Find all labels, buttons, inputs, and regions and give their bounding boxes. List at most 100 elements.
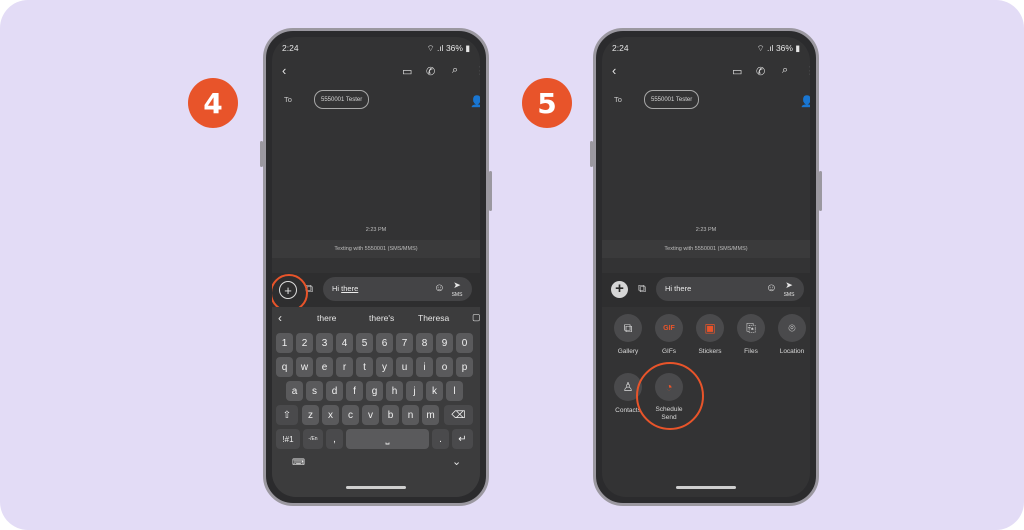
symbols-key[interactable]: !#1 <box>276 429 300 449</box>
key-n[interactable]: n <box>402 405 419 425</box>
key-u[interactable]: u <box>396 357 413 377</box>
key-3[interactable]: 3 <box>316 333 333 353</box>
suggestion-2[interactable]: there's <box>369 313 394 323</box>
shift-key[interactable]: ⇧ <box>276 405 298 425</box>
message-text: Hi there <box>332 284 359 293</box>
video-call-icon[interactable]: ▭ <box>732 65 742 78</box>
status-bar: 2:24 ⌔ .ıl 36% ▮ <box>612 43 800 55</box>
key-f[interactable]: f <box>346 381 363 401</box>
location-pin-icon: ⌾ <box>778 314 806 342</box>
key-i[interactable]: i <box>416 357 433 377</box>
suggestion-3[interactable]: Theresa <box>418 313 449 323</box>
home-indicator <box>346 486 406 489</box>
back-icon[interactable]: ‹ <box>612 63 616 78</box>
suggestion-back-icon[interactable]: ‹ <box>278 311 282 325</box>
key-o[interactable]: o <box>436 357 453 377</box>
keyboard-hide-icon[interactable]: ⌨ <box>292 457 305 468</box>
phone-left: 2:24 ⌔ .ıl 36% ▮ ‹ ▭ ✆ ⌕ ⋮ To 5550001 Te… <box>260 28 492 506</box>
key-r[interactable]: r <box>336 357 353 377</box>
attach-gifs[interactable]: GIF GIFs <box>647 314 691 356</box>
key-0[interactable]: 0 <box>456 333 473 353</box>
key-4[interactable]: 4 <box>336 333 353 353</box>
attach-files-label: Files <box>744 348 758 355</box>
language-key[interactable]: -/En <box>303 429 323 449</box>
recipient-chip[interactable]: 5550001 Tester <box>644 90 700 109</box>
message-time: 2:23 PM <box>365 227 387 233</box>
more-options-icon[interactable]: ⋮ <box>475 64 480 77</box>
key-q[interactable]: q <box>276 357 293 377</box>
key-k[interactable]: k <box>426 381 443 401</box>
compose-bar: + ⧉ Hi there ☺ ➤ SMS <box>602 273 810 307</box>
key-v[interactable]: v <box>362 405 379 425</box>
attach-gallery[interactable]: ⧉ Gallery <box>606 314 650 356</box>
key-a[interactable]: a <box>286 381 303 401</box>
key-c[interactable]: c <box>342 405 359 425</box>
period-key[interactable]: . <box>432 429 449 449</box>
key-h[interactable]: h <box>386 381 403 401</box>
key-z[interactable]: z <box>302 405 319 425</box>
key-6[interactable]: 6 <box>376 333 393 353</box>
attach-location[interactable]: ⌾ Location <box>770 314 810 356</box>
phone-call-icon[interactable]: ✆ <box>756 65 765 78</box>
screen-left: 2:24 ⌔ .ıl 36% ▮ ‹ ▭ ✆ ⌕ ⋮ To 5550001 Te… <box>272 37 480 497</box>
key-p[interactable]: p <box>456 357 473 377</box>
video-call-icon[interactable]: ▭ <box>402 65 412 78</box>
back-icon[interactable]: ‹ <box>282 63 286 78</box>
suggestion-1[interactable]: there <box>317 313 336 323</box>
emoji-icon[interactable]: ☺ <box>434 282 445 294</box>
battery-level: 36% <box>775 43 793 53</box>
key-7[interactable]: 7 <box>396 333 413 353</box>
gallery-icon: ⧉ <box>614 314 642 342</box>
backspace-key[interactable]: ⌫ <box>444 405 473 425</box>
attach-stickers[interactable]: ▣ Stickers <box>688 314 732 356</box>
send-button[interactable]: ➤ SMS <box>448 280 466 298</box>
key-9[interactable]: 9 <box>436 333 453 353</box>
key-d[interactable]: d <box>326 381 343 401</box>
screen-right: 2:24 ⌔ .ıl 36% ▮ ‹ ▭ ✆ ⌕ ⋮ To 5550001 Te… <box>602 37 810 497</box>
comma-key[interactable]: , <box>326 429 343 449</box>
send-button[interactable]: ➤ SMS <box>780 280 798 298</box>
enter-key[interactable]: ↵ <box>452 429 473 449</box>
attach-gallery-label: Gallery <box>617 348 639 355</box>
status-time: 2:24 <box>282 43 299 53</box>
attach-files[interactable]: ⎘ Files <box>729 314 773 356</box>
message-input[interactable]: Hi there ☺ ➤ SMS <box>656 277 804 301</box>
space-key[interactable]: ⎵ <box>346 429 429 449</box>
emoji-icon[interactable]: ☺ <box>766 282 777 294</box>
add-attachment-icon[interactable]: + <box>611 281 628 298</box>
key-8[interactable]: 8 <box>416 333 433 353</box>
add-recipient-icon[interactable]: 👤 <box>800 95 810 108</box>
attach-gifs-label: GIFs <box>661 348 677 355</box>
chevron-down-icon[interactable]: ⌄ <box>452 455 461 468</box>
home-indicator <box>676 486 736 489</box>
key-j[interactable]: j <box>406 381 423 401</box>
key-s[interactable]: s <box>306 381 323 401</box>
power-button <box>819 171 822 211</box>
more-options-icon[interactable]: ⋮ <box>805 64 810 77</box>
key-g[interactable]: g <box>366 381 383 401</box>
search-icon[interactable]: ⌕ <box>452 64 458 77</box>
send-label: SMS <box>783 292 795 298</box>
search-icon[interactable]: ⌕ <box>782 64 788 77</box>
key-l[interactable]: l <box>446 381 463 401</box>
recipient-chip[interactable]: 5550001 Tester <box>314 90 370 109</box>
key-x[interactable]: x <box>322 405 339 425</box>
key-t[interactable]: t <box>356 357 373 377</box>
key-m[interactable]: m <box>422 405 439 425</box>
step-5-badge: 5 <box>522 78 572 128</box>
key-b[interactable]: b <box>382 405 399 425</box>
gallery-icon[interactable]: ⧉ <box>635 282 649 296</box>
clipboard-icon[interactable]: ▢ <box>472 312 480 323</box>
key-2[interactable]: 2 <box>296 333 313 353</box>
key-y[interactable]: y <box>376 357 393 377</box>
status-bar: 2:24 ⌔ .ıl 36% ▮ <box>282 43 470 55</box>
add-recipient-icon[interactable]: 👤 <box>470 95 480 108</box>
message-input[interactable]: Hi there ☺ ➤ SMS <box>323 277 472 301</box>
phone-call-icon[interactable]: ✆ <box>426 65 435 78</box>
send-label: SMS <box>451 292 463 298</box>
key-e[interactable]: e <box>316 357 333 377</box>
key-1[interactable]: 1 <box>276 333 293 353</box>
key-5[interactable]: 5 <box>356 333 373 353</box>
message-text: Hi there <box>665 284 692 293</box>
key-w[interactable]: w <box>296 357 313 377</box>
